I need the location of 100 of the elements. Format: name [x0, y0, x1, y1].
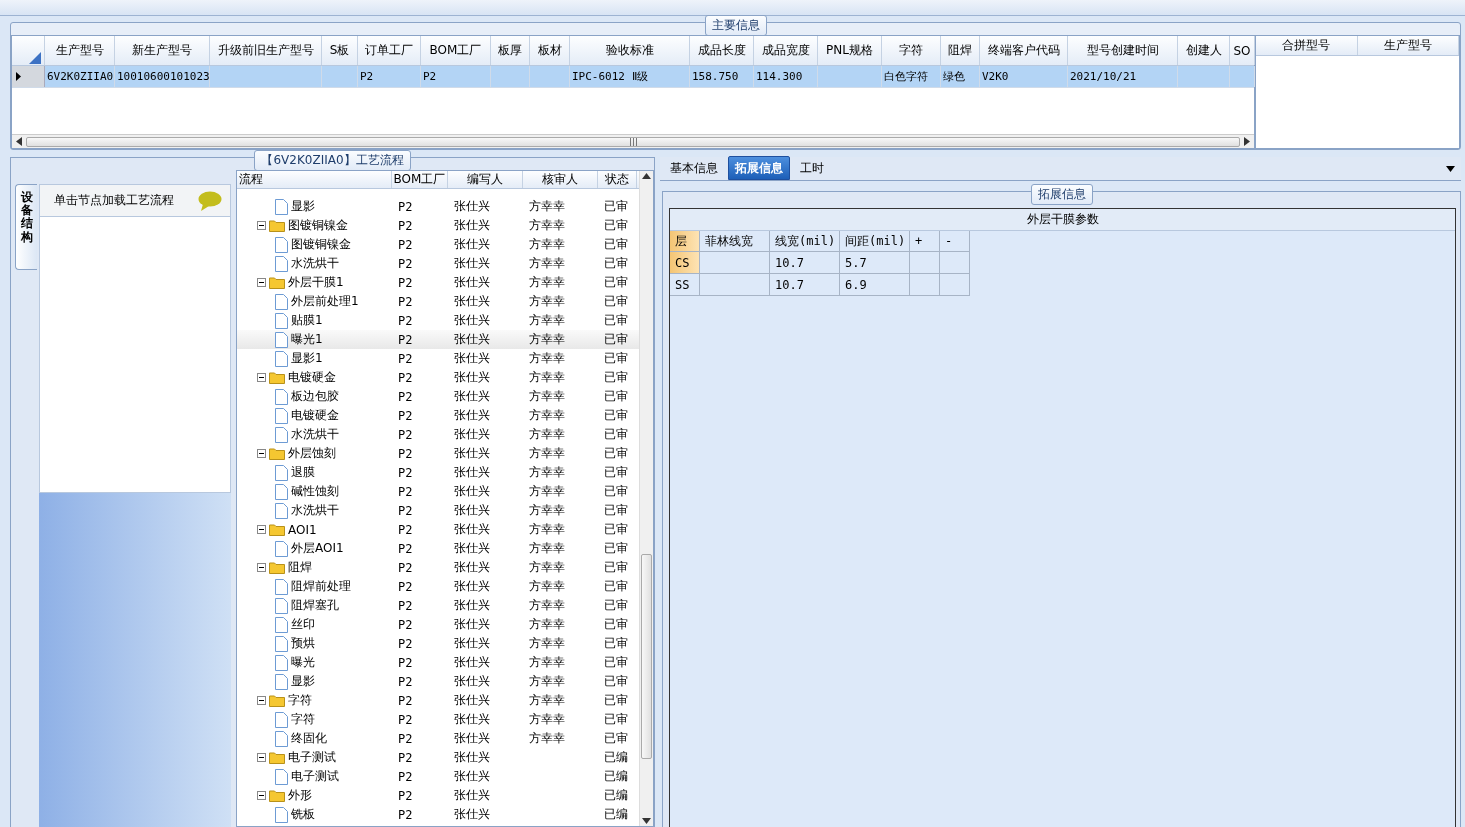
column-header[interactable]: S板 — [322, 36, 358, 65]
table-cell-text: 张仕兴 — [453, 464, 491, 481]
column-header[interactable]: 验收标准 — [570, 36, 690, 65]
collapse-icon[interactable] — [257, 753, 266, 762]
column-header[interactable]: 生产型号 — [1357, 36, 1459, 55]
node-label: 水洗烘干 — [291, 502, 339, 519]
vertical-scrollbar[interactable] — [639, 171, 653, 826]
tree-row[interactable]: 显影1 P2 张仕兴 方幸幸 已审 — [237, 349, 639, 368]
collapse-icon[interactable] — [257, 525, 266, 534]
collapse-icon[interactable] — [257, 373, 266, 382]
tree-row[interactable]: 铣板 P2 张仕兴 已编 — [237, 805, 639, 824]
tree-row[interactable]: 水洗烘干 P2 张仕兴 方幸幸 已审 — [237, 254, 639, 273]
tree-row[interactable]: 外层AOI1 P2 张仕兴 方幸幸 已审 — [237, 539, 639, 558]
dropdown-caret-icon[interactable] — [1446, 165, 1455, 172]
collapse-icon[interactable] — [257, 278, 266, 287]
tree-row[interactable]: 外层蚀刻 P2 张仕兴 方幸幸 已审 — [237, 444, 639, 463]
column-header[interactable]: 板材 — [530, 36, 570, 65]
tree-row[interactable]: 电子测试 P2 张仕兴 已编 — [237, 748, 639, 767]
table-cell-text: 张仕兴 — [453, 350, 491, 367]
column-header[interactable]: BOM工厂 — [421, 36, 491, 65]
table-cell-text: 方幸幸 — [528, 521, 566, 538]
collapse-icon[interactable] — [257, 449, 266, 458]
table-cell-text: 张仕兴 — [453, 540, 491, 557]
column-header[interactable]: 编写人 — [448, 171, 523, 188]
tree-row[interactable]: 图镀铜镍金 P2 张仕兴 方幸幸 已审 — [237, 216, 639, 235]
table-cell-text: 已审 — [603, 692, 629, 709]
tree-row[interactable]: 预烘 P2 张仕兴 方幸幸 已审 — [237, 634, 639, 653]
column-header[interactable]: 升级前旧生产型号 — [210, 36, 322, 65]
tree-row[interactable]: 阻焊前处理 P2 张仕兴 方幸幸 已审 — [237, 577, 639, 596]
column-header[interactable]: + — [910, 231, 940, 252]
tree-row[interactable]: 贴膜1 P2 张仕兴 方幸幸 已审 — [237, 311, 639, 330]
grid-row[interactable]: 6V2K0ZIIA0 10010600101023 P2 P2 IPC-6012 Ⅱ级 158.750 114.300 白色字符 绿色 V2K0 2021/10/21 — [12, 66, 1254, 88]
scroll-down-icon[interactable] — [642, 818, 651, 824]
column-header[interactable]: 合拼型号 — [1256, 36, 1358, 55]
table-cell-text: P2 — [397, 635, 414, 653]
column-header[interactable]: BOM工厂 — [392, 171, 448, 188]
scroll-left-icon[interactable] — [16, 137, 22, 146]
tree-row[interactable]: 电镀硬金 P2 张仕兴 方幸幸 已审 — [237, 368, 639, 387]
tree-row[interactable]: 板边包胶 P2 张仕兴 方幸幸 已审 — [237, 387, 639, 406]
column-header[interactable]: 终端客户代码 — [980, 36, 1068, 65]
column-header[interactable]: 生产型号 — [45, 36, 115, 65]
tree-row[interactable]: AOI1 P2 张仕兴 方幸幸 已审 — [237, 520, 639, 539]
tree-row[interactable]: 丝印 P2 张仕兴 方幸幸 已审 — [237, 615, 639, 634]
node-label: 贴膜1 — [291, 312, 323, 329]
column-header[interactable]: PNL规格 — [818, 36, 882, 65]
table-cell-text: P2 — [397, 426, 414, 444]
column-header[interactable]: 订单工厂 — [358, 36, 421, 65]
column-header[interactable]: 型号创建时间 — [1068, 36, 1178, 65]
column-header[interactable]: 成品宽度 — [754, 36, 818, 65]
tree-row[interactable]: 碱性蚀刻 P2 张仕兴 方幸幸 已审 — [237, 482, 639, 501]
tree-row[interactable]: 字符 P2 张仕兴 方幸幸 已审 — [237, 710, 639, 729]
horizontal-scrollbar[interactable] — [12, 134, 1254, 148]
column-header[interactable]: 核审人 — [523, 171, 598, 188]
column-header[interactable]: 状态 — [598, 171, 637, 188]
tree-row[interactable]: 曝光 P2 张仕兴 方幸幸 已审 — [237, 653, 639, 672]
tree-row[interactable]: 阻焊 P2 张仕兴 方幸幸 已审 — [237, 558, 639, 577]
tree-row[interactable]: 终固化 P2 张仕兴 方幸幸 已审 — [237, 729, 639, 748]
table-cell-text: 张仕兴 — [453, 559, 491, 576]
node-label: 图镀铜镍金 — [288, 217, 348, 234]
tab[interactable]: 拓展信息 — [728, 156, 790, 180]
column-header[interactable]: 创建人 — [1178, 36, 1230, 65]
tree-row[interactable]: 外层前处理1 P2 张仕兴 方幸幸 已审 — [237, 292, 639, 311]
column-header[interactable]: 新生产型号 — [115, 36, 210, 65]
collapse-icon[interactable] — [257, 696, 266, 705]
tree-row[interactable]: 退膜 P2 张仕兴 方幸幸 已审 — [237, 463, 639, 482]
tree-row[interactable]: 电镀硬金 P2 张仕兴 方幸幸 已审 — [237, 406, 639, 425]
column-header[interactable]: 成品长度 — [690, 36, 754, 65]
column-header[interactable]: 菲林线宽 — [700, 231, 770, 252]
tree-row[interactable]: 外形 P2 张仕兴 已编 — [237, 786, 639, 805]
side-tab[interactable]: 设备结构 — [15, 184, 37, 270]
column-header[interactable]: 层 — [670, 231, 700, 252]
column-header[interactable]: 流程 — [237, 171, 392, 188]
column-header[interactable]: 阻焊 — [941, 36, 980, 65]
column-header[interactable]: - — [940, 231, 970, 252]
tab[interactable]: 工时 — [794, 156, 830, 180]
tree-row[interactable]: 显影 P2 张仕兴 方幸幸 已审 — [237, 197, 639, 216]
scroll-right-icon[interactable] — [1244, 137, 1250, 146]
tree-row[interactable]: 阻焊塞孔 P2 张仕兴 方幸幸 已审 — [237, 596, 639, 615]
table-cell-text: 已审 — [603, 502, 629, 519]
document-icon — [275, 407, 288, 424]
collapse-icon[interactable] — [257, 221, 266, 230]
tree-row[interactable]: 显影 P2 张仕兴 方幸幸 已审 — [237, 672, 639, 691]
tree-row[interactable]: 外层干膜1 P2 张仕兴 方幸幸 已审 — [237, 273, 639, 292]
tree-row[interactable]: 曝光1 P2 张仕兴 方幸幸 已审 — [237, 330, 639, 349]
column-header[interactable]: 间距(mil) — [840, 231, 910, 252]
scroll-up-icon[interactable] — [642, 173, 651, 179]
column-header[interactable]: 线宽(mil) — [770, 231, 840, 252]
collapse-icon[interactable] — [257, 791, 266, 800]
tree-row[interactable]: 字符 P2 张仕兴 方幸幸 已审 — [237, 691, 639, 710]
tree-row[interactable]: 电子测试 P2 张仕兴 已编 — [237, 767, 639, 786]
column-header[interactable]: 板厚 — [491, 36, 530, 65]
tree-row[interactable]: 水洗烘干 P2 张仕兴 方幸幸 已审 — [237, 501, 639, 520]
tab[interactable]: 基本信息 — [664, 156, 724, 180]
node-label: 退膜 — [291, 464, 315, 481]
tree-row[interactable]: 图镀铜镍金 P2 张仕兴 方幸幸 已审 — [237, 235, 639, 254]
table-cell-text: P2 — [397, 806, 414, 824]
tree-row[interactable]: 水洗烘干 P2 张仕兴 方幸幸 已审 — [237, 425, 639, 444]
collapse-icon[interactable] — [257, 563, 266, 572]
scrollbar-thumb[interactable] — [641, 553, 652, 759]
column-header[interactable]: 字符 — [882, 36, 941, 65]
